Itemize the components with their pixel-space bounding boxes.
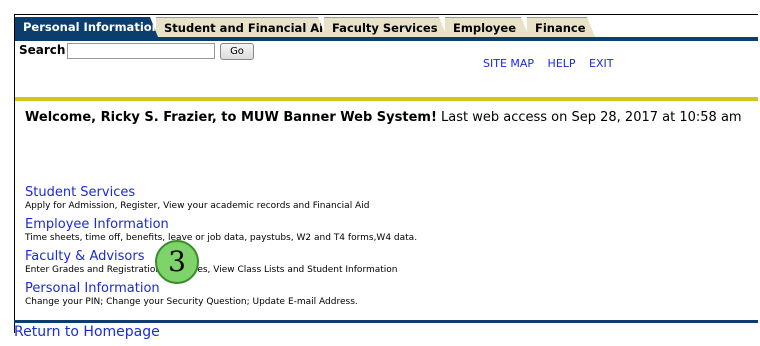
employee-information-link[interactable]: Employee Information (25, 217, 745, 233)
tab-personal-information[interactable]: Personal Information (15, 17, 158, 37)
faculty-advisors-link[interactable]: Faculty & Advisors (25, 249, 745, 265)
search-input[interactable] (67, 43, 215, 59)
tab-finance[interactable]: Finance (527, 17, 595, 37)
welcome-message: Welcome, Ricky S. Frazier, to MUW Banner… (25, 109, 750, 127)
personal-information-link[interactable]: Personal Information (25, 281, 745, 297)
step-number-badge: 3 (155, 240, 199, 284)
last-access-text: Last web access on Sep 28, 2017 at 10:58… (436, 110, 742, 125)
menu-item-faculty-advisors: Faculty & Advisors Enter Grades and Regi… (25, 249, 745, 276)
student-services-description: Apply for Admission, Register, View your… (25, 201, 370, 211)
main-menu: Student Services Apply for Admission, Re… (25, 185, 745, 313)
menu-item-personal-information: Personal Information Change your PIN; Ch… (25, 281, 745, 308)
tab-student-and-financial-aid[interactable]: Student and Financial Aid (156, 17, 326, 37)
tab-bar: Personal Information Student and Financi… (15, 15, 758, 38)
site-map-link[interactable]: SITE MAP (483, 57, 534, 70)
tab-faculty-services[interactable]: Faculty Services (324, 17, 447, 37)
return-to-homepage-link[interactable]: Return to Homepage (14, 324, 160, 340)
tab-employee[interactable]: Employee (445, 17, 529, 37)
accent-divider (15, 97, 758, 101)
go-button[interactable]: Go (220, 43, 254, 60)
top-links: SITE MAP HELP EXIT (483, 57, 623, 70)
menu-item-student-services: Student Services Apply for Admission, Re… (25, 185, 745, 212)
tab-underline (15, 37, 758, 41)
search-label: Search (19, 43, 66, 57)
main-frame: Personal Information Student and Financi… (14, 14, 758, 333)
menu-item-employee-information: Employee Information Time sheets, time o… (25, 217, 745, 244)
exit-link[interactable]: EXIT (589, 57, 613, 70)
employee-information-description: Time sheets, time off, benefits, leave o… (25, 233, 418, 243)
footer-divider (14, 320, 758, 323)
personal-information-description: Change your PIN; Change your Security Qu… (25, 297, 358, 307)
help-link[interactable]: HELP (548, 57, 576, 70)
welcome-greeting: Welcome, Ricky S. Frazier, to MUW Banner… (25, 110, 437, 125)
faculty-advisors-description: Enter Grades and Registration Overrides,… (25, 265, 398, 275)
student-services-link[interactable]: Student Services (25, 185, 745, 201)
